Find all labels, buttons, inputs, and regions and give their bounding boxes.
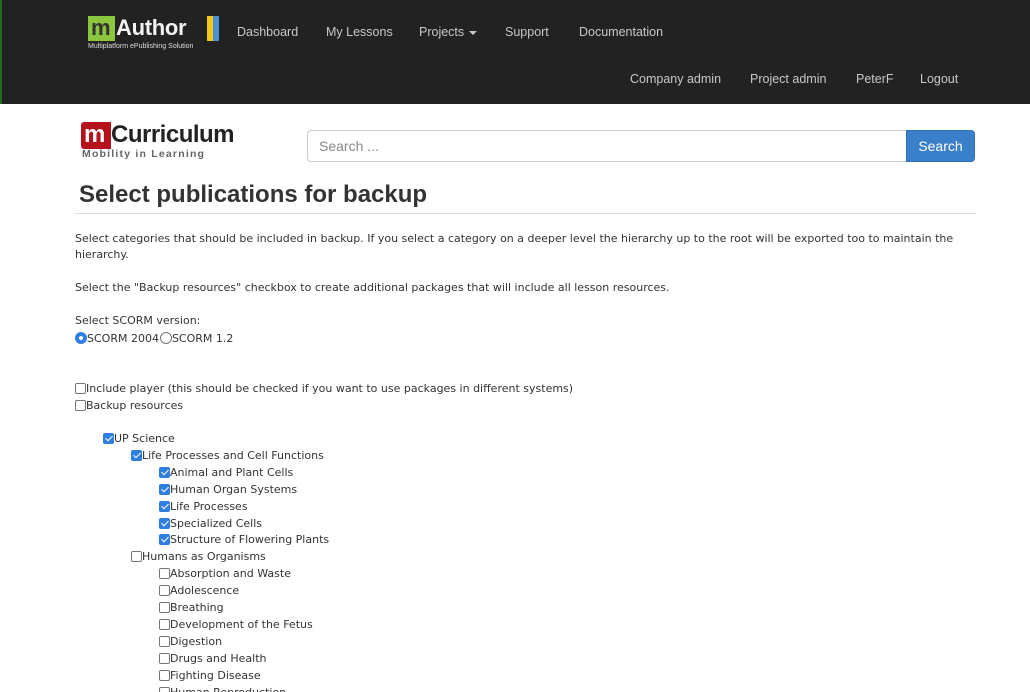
tree-item-label: Human Reproduction (170, 685, 287, 692)
include-player-checkbox[interactable] (75, 382, 86, 394)
tree-item[interactable]: Life Processes (159, 499, 248, 513)
backup-resources-label: Backup resources (86, 398, 184, 412)
scorm-2004-label: SCORM 2004 (87, 331, 159, 345)
logo-tagline: Multiplatform ePublishing Solution (88, 43, 194, 50)
tree-item-label: Specialized Cells (170, 516, 263, 530)
scorm-12-label: SCORM 1.2 (171, 331, 234, 345)
nav-projects-dropdown[interactable]: Projects (419, 25, 478, 39)
logo-word: Curriculum (111, 121, 235, 148)
tree-item[interactable]: Absorption and Waste (159, 566, 291, 580)
nav-documentation[interactable]: Documentation (579, 25, 663, 39)
logo-m: m (91, 15, 111, 40)
tree-item-label: Life Processes (170, 499, 248, 513)
backup-resources-checkbox[interactable] (75, 399, 86, 411)
nav-project-admin[interactable]: Project admin (750, 72, 826, 86)
top-navbar: m Author Multiplatform ePublishing Solut… (0, 0, 1030, 104)
tree-item-checkbox[interactable] (159, 652, 170, 664)
nav-projects-label: Projects (419, 25, 465, 39)
tree-item-checkbox[interactable] (159, 618, 170, 630)
tree-item-checkbox[interactable] (159, 669, 170, 681)
tree-item-checkbox[interactable] (159, 533, 170, 545)
tree-item-checkbox[interactable] (159, 567, 170, 579)
nav-logout[interactable]: Logout (920, 72, 958, 86)
search-input[interactable] (307, 130, 907, 162)
tree-item-checkbox[interactable] (131, 550, 142, 562)
tree-item-label: Fighting Disease (170, 668, 261, 682)
tree-item-label: Life Processes and Cell Functions (142, 448, 324, 462)
intro-text: Select categories that should be include… (75, 232, 954, 261)
tree-item-label: Digestion (170, 634, 223, 648)
search-button[interactable]: Search (906, 130, 975, 162)
mauthor-logo[interactable]: m Author Multiplatform ePublishing Solut… (88, 15, 222, 56)
tree-item-label: Humans as Organisms (142, 549, 266, 563)
resources-hint-text: Select the "Backup resources" checkbox t… (75, 281, 670, 294)
tree-item-checkbox[interactable] (159, 584, 170, 596)
tree-item-label: Drugs and Health (170, 651, 267, 665)
tree-item[interactable]: UP Science (103, 431, 175, 445)
title-divider (75, 213, 976, 214)
tree-item-checkbox[interactable] (159, 466, 170, 478)
tree-item-checkbox[interactable] (159, 500, 170, 512)
tree-item-checkbox[interactable] (159, 601, 170, 613)
scorm-label: Select SCORM version: (75, 314, 201, 327)
tree-item-label: Adolescence (170, 583, 240, 597)
tree-item[interactable]: Adolescence (159, 583, 239, 597)
include-player-label: Include player (this should be checked i… (86, 381, 574, 395)
tree-item-label: Development of the Fetus (170, 617, 313, 631)
tree-item[interactable]: Humans as Organisms (131, 549, 266, 563)
include-player-option[interactable]: Include player (this should be checked i… (75, 381, 573, 395)
tree-item-checkbox[interactable] (159, 483, 170, 495)
tree-item-checkbox[interactable] (159, 635, 170, 647)
tree-item-checkbox[interactable] (103, 432, 114, 444)
nav-company-admin[interactable]: Company admin (630, 72, 721, 86)
scorm-2004-radio[interactable] (75, 332, 87, 344)
tree-item-label: Human Organ Systems (170, 482, 298, 496)
scorm-12-radio[interactable] (159, 332, 172, 344)
backup-resources-option[interactable]: Backup resources (75, 398, 183, 412)
nav-user-peterf[interactable]: PeterF (856, 72, 894, 86)
nav-dashboard[interactable]: Dashboard (237, 25, 298, 39)
tree-item[interactable]: Specialized Cells (159, 516, 262, 530)
nav-my-lessons[interactable]: My Lessons (326, 25, 393, 39)
tree-item[interactable]: Breathing (159, 600, 224, 614)
tree-item[interactable]: Fighting Disease (159, 668, 261, 682)
tree-item[interactable]: Development of the Fetus (159, 617, 313, 631)
mcurriculum-logo[interactable]: m Curriculum Mobility in Learning (81, 121, 241, 162)
nav-support[interactable]: Support (505, 25, 549, 39)
tree-item-label: Absorption and Waste (170, 566, 291, 580)
chevron-down-icon (469, 30, 478, 35)
logo-bar-blue (213, 16, 219, 41)
tree-item[interactable]: Human Reproduction (159, 685, 286, 692)
page-title: Select publications for backup (79, 181, 428, 208)
logo-tagline: Mobility in Learning (82, 148, 206, 160)
tree-item-label: Animal and Plant Cells (170, 465, 294, 479)
scorm-radio-group: SCORM 2004 SCORM 1.2 (75, 331, 233, 345)
tree-item-label: UP Science (114, 431, 175, 445)
tree-item[interactable]: Drugs and Health (159, 651, 267, 665)
logo-m: m (84, 121, 106, 148)
tree-item-checkbox[interactable] (131, 449, 142, 461)
tree-item[interactable]: Animal and Plant Cells (159, 465, 293, 479)
tree-item[interactable]: Life Processes and Cell Functions (131, 448, 324, 462)
tree-item-label: Breathing (170, 600, 224, 614)
tree-item-checkbox[interactable] (159, 686, 170, 692)
logo-word: Author (116, 15, 187, 40)
tree-item-label: Structure of Flowering Plants (170, 532, 330, 546)
tree-item[interactable]: Digestion (159, 634, 222, 648)
tree-item[interactable]: Structure of Flowering Plants (159, 532, 329, 546)
tree-item[interactable]: Human Organ Systems (159, 482, 297, 496)
tree-item-checkbox[interactable] (159, 517, 170, 529)
